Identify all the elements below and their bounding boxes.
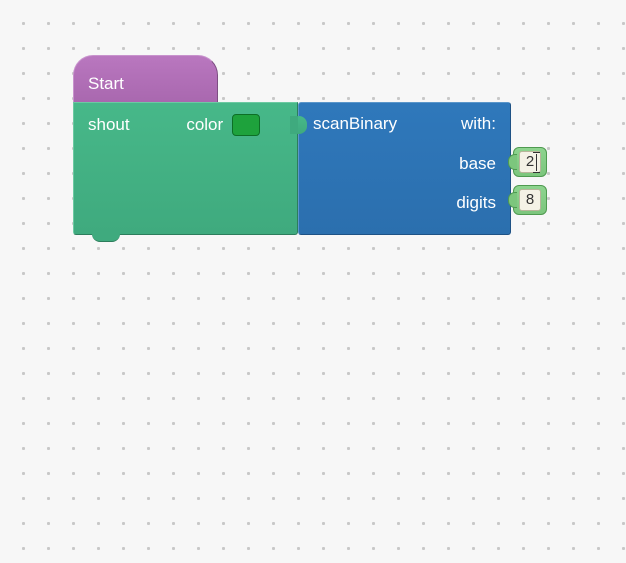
scanbinary-name: scanBinary xyxy=(313,114,397,134)
color-param-label: color xyxy=(186,115,223,135)
base-input[interactable]: 2 xyxy=(519,151,541,173)
base-value-block[interactable]: 2 xyxy=(513,147,547,177)
scanbinary-with-label: with: xyxy=(461,114,496,134)
text-cursor-icon xyxy=(536,154,537,171)
block-workspace[interactable]: Start shout color scanBinary with: base … xyxy=(73,55,511,235)
start-hat-block[interactable]: Start xyxy=(73,55,218,102)
scanbinary-block[interactable]: scanBinary with: base digits xyxy=(298,102,511,235)
shout-block[interactable]: shout color xyxy=(73,102,298,235)
start-label: Start xyxy=(88,74,124,93)
param-base-label: base xyxy=(313,148,496,180)
base-value-text: 2 xyxy=(526,153,534,170)
param-digits-label: digits xyxy=(313,187,496,219)
color-swatch-input[interactable] xyxy=(232,114,260,136)
digits-value-text: 8 xyxy=(526,191,534,208)
digits-input[interactable]: 8 xyxy=(519,189,541,211)
digits-value-block[interactable]: 8 xyxy=(513,185,547,215)
block-connector-bottom xyxy=(92,232,120,242)
shout-label: shout xyxy=(88,115,130,135)
